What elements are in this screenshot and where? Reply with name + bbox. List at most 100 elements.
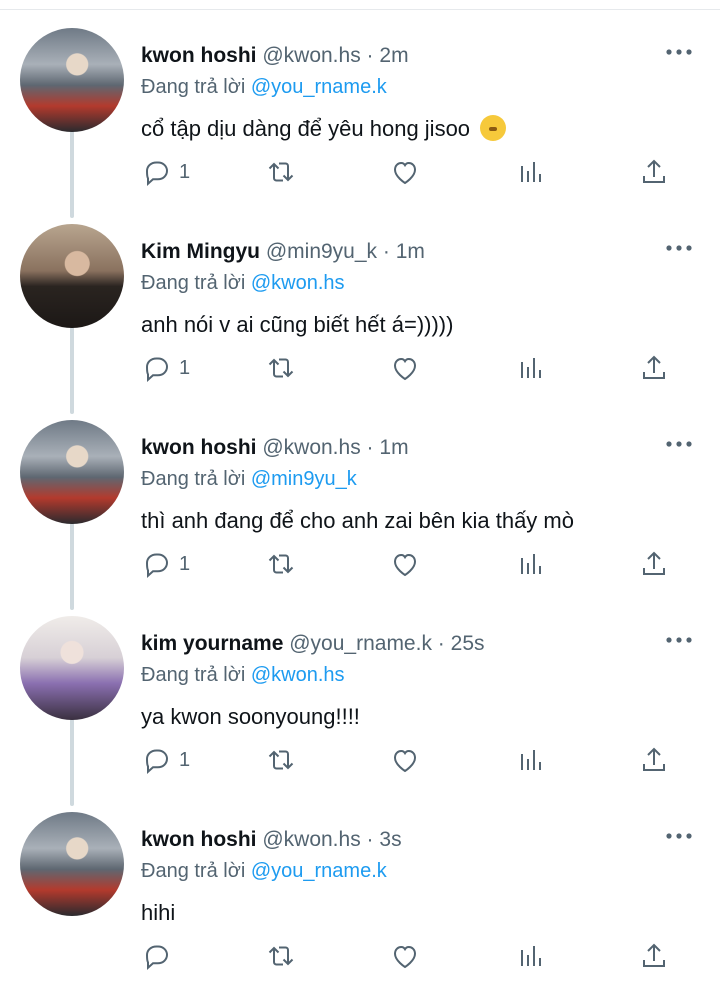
- timestamp[interactable]: 2m: [379, 44, 408, 67]
- reply-button[interactable]: [141, 936, 179, 976]
- retweet-icon: [268, 358, 294, 378]
- like-button[interactable]: [389, 544, 421, 584]
- avatar[interactable]: [20, 812, 124, 916]
- user-handle[interactable]: @kwon.hs: [262, 436, 360, 459]
- tweet-text: anh nói v ai cũng biết hết á=))))): [141, 310, 453, 340]
- like-button[interactable]: [389, 740, 421, 780]
- heart-icon: [393, 553, 417, 577]
- timestamp[interactable]: 1m: [396, 240, 425, 263]
- like-button[interactable]: [389, 936, 421, 976]
- more-icon[interactable]: [664, 826, 694, 846]
- tweet[interactable]: kwon hoshi @kwon.hs · 2m Đang trả lời @y…: [0, 10, 720, 206]
- avatar[interactable]: [20, 420, 124, 524]
- reply-icon: [145, 553, 169, 579]
- mention-link[interactable]: @kwon.hs: [251, 664, 345, 686]
- display-name[interactable]: Kim Mingyu: [141, 240, 260, 263]
- share-icon: [643, 943, 665, 967]
- reply-button[interactable]: 1: [141, 348, 190, 388]
- separator: ·: [382, 240, 390, 263]
- replying-to-label: Đang trả lời: [141, 272, 246, 294]
- share-button[interactable]: [638, 348, 670, 388]
- display-name[interactable]: kim yourname: [141, 632, 283, 655]
- reply-icon: [145, 945, 169, 971]
- retweet-button[interactable]: [265, 152, 297, 192]
- user-handle[interactable]: @you_rname.k: [289, 632, 432, 655]
- mention-link[interactable]: @kwon.hs: [251, 272, 345, 294]
- heart-icon: [393, 945, 417, 969]
- retweet-icon: [268, 162, 294, 182]
- share-icon: [643, 159, 665, 183]
- reply-count: 1: [179, 356, 191, 379]
- more-icon[interactable]: [664, 42, 694, 62]
- views-button[interactable]: [515, 936, 547, 976]
- timestamp[interactable]: 25s: [451, 632, 485, 655]
- tweet-body: thì anh đang để cho anh zai bên kia thấy…: [141, 508, 574, 533]
- bar-chart-icon: [521, 358, 541, 378]
- user-handle[interactable]: @kwon.hs: [262, 44, 360, 67]
- timestamp[interactable]: 1m: [379, 436, 408, 459]
- tweet-text: thì anh đang để cho anh zai bên kia thấy…: [141, 506, 574, 536]
- reply-button[interactable]: 1: [141, 544, 190, 584]
- replying-to-label: Đang trả lời: [141, 76, 246, 98]
- retweet-button[interactable]: [265, 740, 297, 780]
- avatar[interactable]: [20, 616, 124, 720]
- views-button[interactable]: [515, 544, 547, 584]
- mention-link[interactable]: @min9yu_k: [251, 468, 357, 490]
- more-icon[interactable]: [664, 238, 694, 258]
- share-icon: [643, 551, 665, 575]
- user-handle[interactable]: @min9yu_k: [266, 240, 377, 263]
- more-icon[interactable]: [664, 434, 694, 454]
- reply-button[interactable]: 1: [141, 152, 190, 192]
- tweet-header: kim yourname @you_rname.k · 25s: [141, 631, 485, 657]
- reply-count: 1: [179, 552, 191, 575]
- tweet-text: ya kwon soonyoung!!!!: [141, 702, 360, 732]
- avatar[interactable]: [20, 28, 124, 132]
- mention-link[interactable]: @you_rname.k: [251, 860, 387, 882]
- avatar[interactable]: [20, 224, 124, 328]
- display-name[interactable]: kwon hoshi: [141, 828, 257, 851]
- replying-to: Đang trả lời @you_rname.k: [141, 74, 387, 100]
- separator: ·: [366, 44, 374, 67]
- retweet-button[interactable]: [265, 936, 297, 976]
- replying-to-label: Đang trả lời: [141, 664, 246, 686]
- action-bar: 1: [141, 348, 681, 388]
- tweet-text: cổ tập dịu dàng để yêu hong jisoo: [141, 114, 507, 144]
- action-bar: 1: [141, 544, 681, 584]
- action-bar: 1: [141, 740, 681, 780]
- reply-icon: [145, 357, 169, 383]
- tweet-header: kwon hoshi @kwon.hs · 3s: [141, 827, 402, 853]
- separator: ·: [437, 632, 445, 655]
- mention-link[interactable]: @you_rname.k: [251, 76, 387, 98]
- like-button[interactable]: [389, 348, 421, 388]
- display-name[interactable]: kwon hoshi: [141, 44, 257, 67]
- bar-chart-icon: [521, 946, 541, 966]
- like-button[interactable]: [389, 152, 421, 192]
- retweet-button[interactable]: [265, 544, 297, 584]
- views-button[interactable]: [515, 152, 547, 192]
- heart-icon: [393, 357, 417, 381]
- display-name[interactable]: kwon hoshi: [141, 436, 257, 459]
- tweet[interactable]: kwon hoshi @kwon.hs · 3s Đang trả lời @y…: [0, 794, 720, 990]
- tweet-body: cổ tập dịu dàng để yêu hong jisoo: [141, 116, 471, 141]
- bar-chart-icon: [521, 554, 541, 574]
- tweet[interactable]: Kim Mingyu @min9yu_k · 1m Đang trả lời @…: [0, 206, 720, 402]
- reply-icon: [145, 749, 169, 775]
- views-button[interactable]: [515, 740, 547, 780]
- share-button[interactable]: [638, 544, 670, 584]
- replying-to: Đang trả lời @kwon.hs: [141, 270, 345, 296]
- tweet[interactable]: kim yourname @you_rname.k · 25s Đang trả…: [0, 598, 720, 794]
- user-handle[interactable]: @kwon.hs: [262, 828, 360, 851]
- more-icon[interactable]: [664, 630, 694, 650]
- timestamp[interactable]: 3s: [379, 828, 401, 851]
- retweet-button[interactable]: [265, 348, 297, 388]
- bar-chart-icon: [521, 750, 541, 770]
- tweet-text: hihi: [141, 898, 175, 928]
- share-button[interactable]: [638, 152, 670, 192]
- tweet-body: hihi: [141, 900, 176, 925]
- replying-to: Đang trả lời @min9yu_k: [141, 466, 357, 492]
- tweet[interactable]: kwon hoshi @kwon.hs · 1m Đang trả lời @m…: [0, 402, 720, 598]
- views-button[interactable]: [515, 348, 547, 388]
- reply-button[interactable]: 1: [141, 740, 190, 780]
- share-button[interactable]: [638, 936, 670, 976]
- share-button[interactable]: [638, 740, 670, 780]
